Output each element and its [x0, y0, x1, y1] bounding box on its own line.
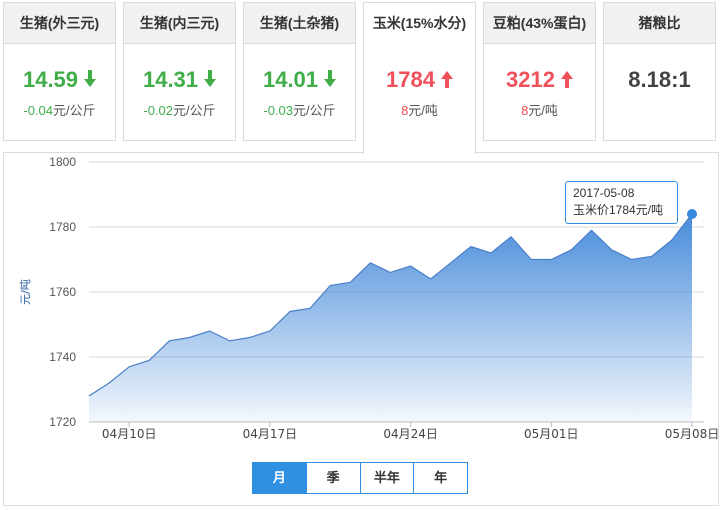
card-title: 生猪(土杂猪)	[244, 3, 355, 44]
data-point	[269, 330, 271, 332]
data-point	[470, 245, 472, 247]
data-point	[168, 340, 170, 342]
x-tick-label: 05月08日	[665, 427, 718, 441]
arrow-down-icon	[324, 70, 337, 98]
y-tick-label: 1720	[49, 415, 76, 429]
data-point	[530, 258, 532, 260]
area-fill	[89, 214, 692, 422]
y-tick-label: 1760	[49, 285, 76, 299]
y-tick-label: 1740	[49, 350, 76, 364]
price-value: 14.59	[22, 67, 79, 92]
change-value: -0.04	[23, 103, 53, 118]
price-value: 3212	[506, 67, 555, 92]
data-point	[610, 249, 612, 251]
y-tick-label: 1800	[49, 155, 76, 169]
data-point	[389, 271, 391, 273]
card-title: 豆粕(43%蛋白)	[484, 3, 595, 44]
change-unit: 元/吨	[408, 103, 438, 118]
price-card[interactable]: 豆粕(43%蛋白) 3212 8元/吨	[483, 2, 596, 141]
y-axis-label: 元/吨	[19, 279, 32, 305]
card-title: 生猪(外三元)	[4, 3, 115, 44]
data-point	[249, 336, 251, 338]
change-unit: 元/公斤	[293, 103, 336, 118]
arrow-down-icon	[204, 70, 217, 98]
card-title: 生猪(内三元)	[124, 3, 235, 44]
change-unit: 元/公斤	[173, 103, 216, 118]
data-point	[108, 382, 110, 384]
data-point	[329, 284, 331, 286]
price-value: 1784	[386, 67, 435, 92]
price-card[interactable]: 生猪(土杂猪) 14.01 -0.03元/公斤	[243, 2, 356, 141]
range-tabs: 月季半年年	[252, 462, 468, 494]
data-point	[88, 395, 90, 397]
x-tick-label: 05月01日	[524, 427, 579, 441]
price-card[interactable]: 生猪(内三元) 14.31 -0.02元/公斤	[123, 2, 236, 141]
chart-tooltip: 2017-05-08 玉米价1784元/吨	[565, 181, 678, 224]
data-point	[309, 307, 311, 309]
price-card[interactable]: 猪粮比 8.18:1	[603, 2, 716, 141]
data-point	[550, 258, 552, 260]
data-point	[450, 262, 452, 264]
data-point	[687, 209, 697, 219]
data-point	[148, 359, 150, 361]
data-point	[430, 278, 432, 280]
y-tick-label: 1780	[49, 220, 76, 234]
data-point	[490, 252, 492, 254]
tooltip-date: 2017-05-08	[573, 186, 635, 200]
card-title: 猪粮比	[604, 3, 715, 44]
range-tab[interactable]: 季	[305, 463, 360, 493]
data-point	[651, 255, 653, 257]
range-tab[interactable]: 月	[253, 463, 306, 493]
data-point	[128, 366, 130, 368]
data-point	[289, 310, 291, 312]
data-point	[349, 281, 351, 283]
data-point	[671, 239, 673, 241]
x-tick-label: 04月10日	[102, 427, 157, 441]
data-point	[229, 340, 231, 342]
price-value: 14.31	[142, 67, 199, 92]
data-point	[590, 229, 592, 231]
data-point	[409, 265, 411, 267]
data-point	[369, 262, 371, 264]
range-tab[interactable]: 年	[413, 463, 467, 493]
price-card[interactable]: 生猪(外三元) 14.59 -0.04元/公斤	[3, 2, 116, 141]
tooltip-text: 玉米价1784元/吨	[573, 203, 664, 217]
data-point	[510, 236, 512, 238]
data-point	[570, 249, 572, 251]
change-value: -0.03	[263, 103, 293, 118]
arrow-up-icon	[560, 70, 573, 98]
change-unit: 元/吨	[528, 103, 558, 118]
data-point	[208, 330, 210, 332]
price-value: 14.01	[262, 67, 319, 92]
ratio-value: 8.18:1	[628, 67, 691, 92]
price-cards: 生猪(外三元) 14.59 -0.04元/公斤 生猪(内三元) 14.31 -0.02元/…	[3, 2, 719, 154]
change-unit: 元/公斤	[53, 103, 96, 118]
arrow-down-icon	[84, 70, 97, 98]
x-tick-label: 04月17日	[243, 427, 298, 441]
range-tab[interactable]: 半年	[359, 463, 414, 493]
price-card[interactable]: 玉米(15%水分) 1784 8元/吨	[363, 2, 476, 154]
arrow-up-icon	[440, 70, 453, 98]
x-tick-label: 04月24日	[383, 427, 438, 441]
change-value: -0.02	[143, 103, 173, 118]
card-title: 玉米(15%水分)	[364, 3, 475, 44]
data-point	[188, 336, 190, 338]
data-point	[631, 258, 633, 260]
